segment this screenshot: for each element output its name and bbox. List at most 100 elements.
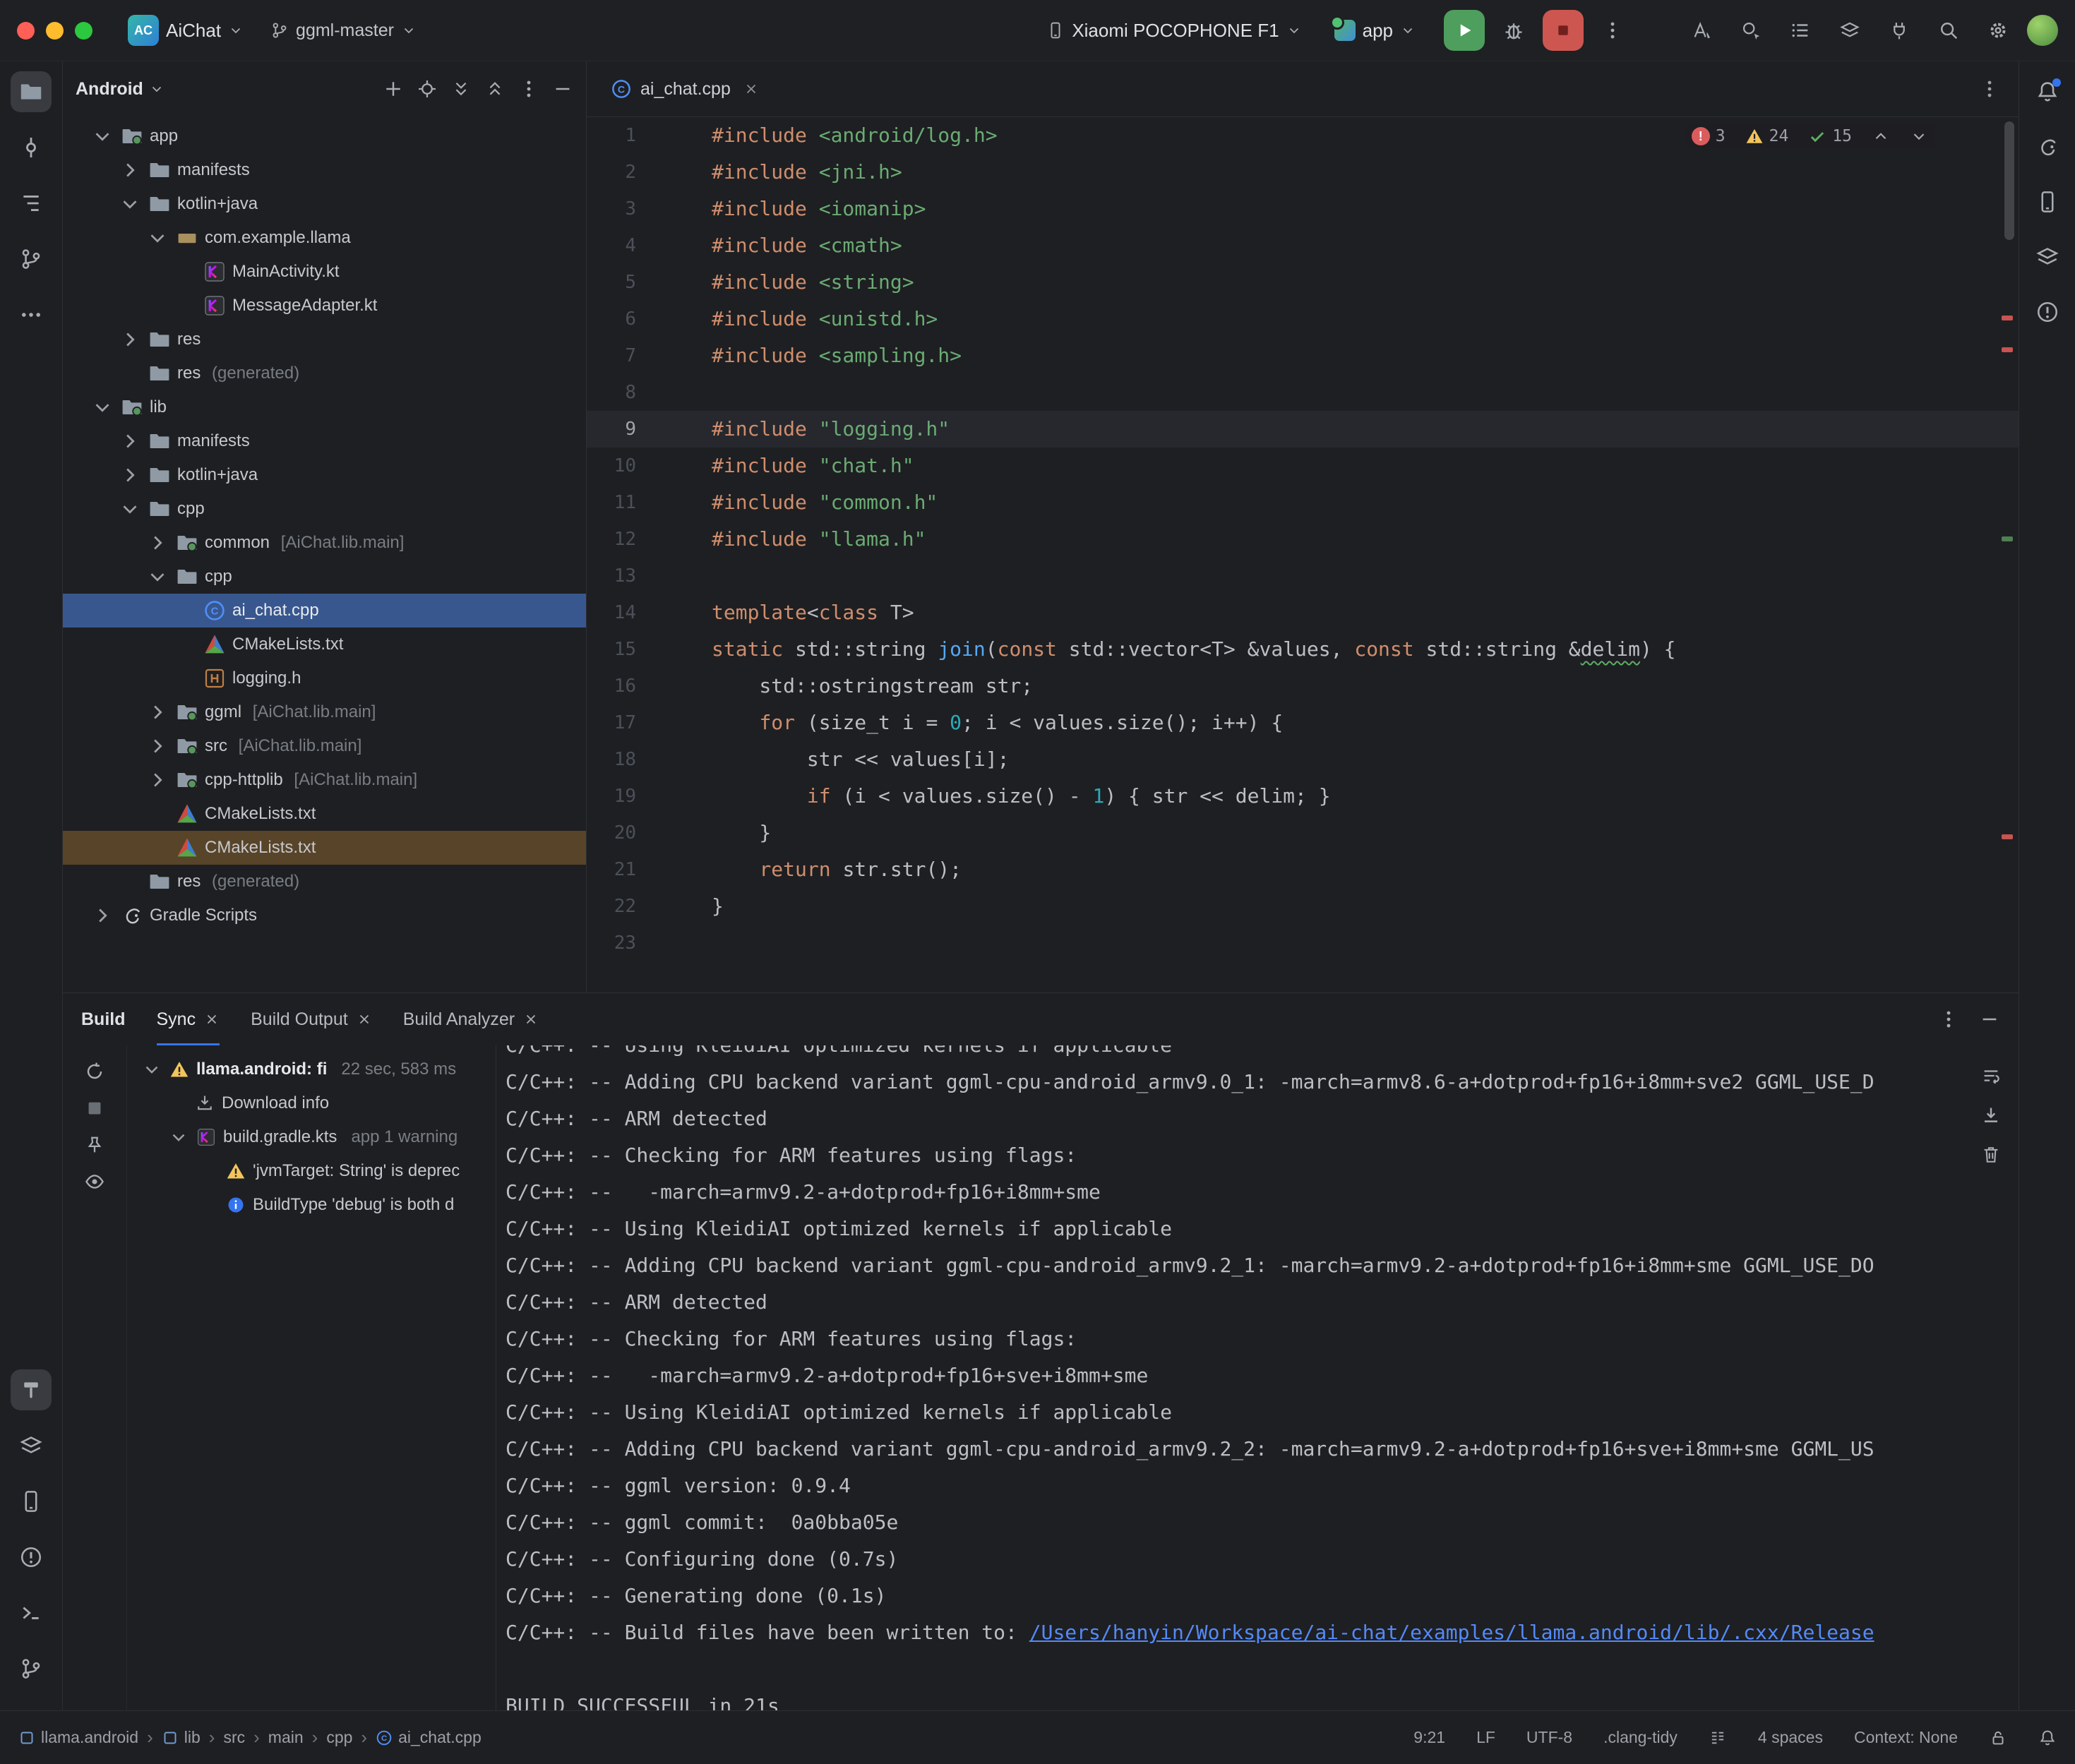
code-line-12[interactable]: 12#include "llama.h" bbox=[587, 521, 2019, 558]
build-output-link[interactable]: /Users/hanyin/Workspace/ai-chat/examples… bbox=[1029, 1621, 1874, 1644]
file-encoding[interactable]: UTF-8 bbox=[1526, 1728, 1572, 1747]
version-control-tool-button[interactable] bbox=[11, 1648, 52, 1689]
previous-issue-icon[interactable] bbox=[1872, 127, 1890, 145]
structure-tool-button[interactable] bbox=[11, 183, 52, 224]
tree-item-com-example-llama[interactable]: com.example.llama bbox=[63, 221, 586, 255]
code-line-4[interactable]: 4#include <cmath> bbox=[587, 227, 2019, 264]
code-line-9[interactable]: 9#include "logging.h" bbox=[587, 411, 2019, 448]
tree-item-res[interactable]: res (generated) bbox=[63, 865, 586, 899]
project-tool-button[interactable] bbox=[11, 71, 52, 112]
code-line-15[interactable]: 15static std::string join(const std::vec… bbox=[587, 631, 2019, 668]
passed-count-chip[interactable]: 15 bbox=[1808, 127, 1852, 145]
code-line-18[interactable]: 18 str << values[i]; bbox=[587, 741, 2019, 778]
build-tree-item-buildtype-debug-is-both-d[interactable]: BuildType 'debug' is both d bbox=[127, 1188, 496, 1222]
chevron-right-icon[interactable] bbox=[145, 702, 169, 723]
lock-icon[interactable] bbox=[1989, 1729, 2007, 1747]
chevron-right-icon[interactable] bbox=[118, 431, 142, 452]
tree-item-kotlin-java[interactable]: kotlin+java bbox=[63, 458, 586, 492]
stop-button[interactable] bbox=[1543, 10, 1584, 51]
change-stripe-mark[interactable] bbox=[2002, 536, 2013, 541]
line-number[interactable]: 14 bbox=[587, 594, 636, 631]
collapse-all-icon[interactable] bbox=[484, 78, 506, 100]
warning-count-chip[interactable]: 24 bbox=[1745, 127, 1789, 145]
chevron-down-icon[interactable] bbox=[141, 1059, 162, 1080]
hide-panel-icon[interactable] bbox=[1979, 1009, 2000, 1030]
minimize-window-button[interactable] bbox=[46, 22, 64, 40]
clang-tidy-status[interactable]: .clang-tidy bbox=[1603, 1728, 1678, 1747]
expand-all-icon[interactable] bbox=[450, 78, 472, 100]
line-number[interactable]: 6 bbox=[587, 301, 636, 337]
line-number[interactable]: 10 bbox=[587, 448, 636, 484]
tree-item-ai-chat-cpp[interactable]: Cai_chat.cpp bbox=[63, 594, 586, 628]
pull-requests-tool-button[interactable] bbox=[11, 239, 52, 280]
build-tree-item-jvmtarget-string-is-deprec[interactable]: 'jvmTarget: String' is deprec bbox=[127, 1154, 496, 1188]
tree-item-cmakelists-txt[interactable]: CMakeLists.txt bbox=[63, 628, 586, 661]
close-icon[interactable] bbox=[743, 81, 759, 97]
editor-tab-ai-chat-cpp[interactable]: C ai_chat.cpp bbox=[605, 61, 765, 116]
code-line-10[interactable]: 10#include "chat.h" bbox=[587, 448, 2019, 484]
build-panel-title[interactable]: Build bbox=[81, 1009, 126, 1030]
project-view-selector[interactable]: Android bbox=[76, 79, 143, 100]
code-line-7[interactable]: 7#include <sampling.h> bbox=[587, 337, 2019, 374]
line-number[interactable]: 4 bbox=[587, 227, 636, 264]
tree-item-res[interactable]: res (generated) bbox=[63, 356, 586, 390]
user-avatar[interactable] bbox=[2027, 15, 2058, 46]
scroll-to-end-icon[interactable] bbox=[1980, 1105, 2002, 1126]
error-stripe-mark[interactable] bbox=[2002, 347, 2013, 352]
add-icon[interactable] bbox=[383, 78, 404, 100]
layers-tool-window-button[interactable] bbox=[11, 1425, 52, 1466]
problems-tool-button[interactable] bbox=[11, 1537, 52, 1578]
code-line-6[interactable]: 6#include <unistd.h> bbox=[587, 301, 2019, 337]
kebab-menu-icon[interactable] bbox=[1938, 1009, 1959, 1030]
code-style-icon[interactable] bbox=[1709, 1729, 1727, 1747]
tab-sync[interactable]: Sync bbox=[157, 993, 220, 1045]
error-stripe-mark[interactable] bbox=[2002, 834, 2013, 839]
breadcrumb-cpp[interactable]: cpp bbox=[326, 1728, 352, 1747]
text-tool-button[interactable] bbox=[1681, 10, 1722, 51]
run-configuration-selector[interactable]: app bbox=[1327, 9, 1423, 52]
tree-item-cpp-httplib[interactable]: cpp-httplib [AiChat.lib.main] bbox=[63, 763, 586, 797]
code-line-13[interactable]: 13 bbox=[587, 558, 2019, 594]
line-number[interactable]: 15 bbox=[587, 631, 636, 668]
chevron-right-icon[interactable] bbox=[145, 769, 169, 791]
line-number[interactable]: 23 bbox=[587, 925, 636, 961]
build-tool-button[interactable] bbox=[11, 1369, 52, 1410]
line-number[interactable]: 13 bbox=[587, 558, 636, 594]
chevron-down-icon[interactable] bbox=[90, 126, 114, 147]
running-devices-button[interactable] bbox=[2028, 238, 2067, 276]
code-line-16[interactable]: 16 std::ostringstream str; bbox=[587, 668, 2019, 704]
indent-setting[interactable]: 4 spaces bbox=[1758, 1728, 1823, 1747]
notifications-button[interactable] bbox=[2028, 73, 2067, 111]
task-list-button[interactable] bbox=[1780, 10, 1821, 51]
more-tools-button[interactable] bbox=[11, 294, 52, 335]
layers-tool-button[interactable] bbox=[1829, 10, 1870, 51]
code-line-19[interactable]: 19 if (i < values.size() - 1) { str << d… bbox=[587, 778, 2019, 815]
line-number[interactable]: 3 bbox=[587, 191, 636, 227]
close-icon[interactable] bbox=[357, 1012, 372, 1027]
build-tree-item-llama-android-fi[interactable]: llama.android: fi22 sec, 583 ms bbox=[127, 1052, 496, 1086]
line-number[interactable]: 16 bbox=[587, 668, 636, 704]
tree-item-mainactivity-kt[interactable]: MainActivity.kt bbox=[63, 255, 586, 289]
line-number[interactable]: 22 bbox=[587, 888, 636, 925]
chevron-down-icon[interactable] bbox=[90, 397, 114, 418]
chevron-right-icon[interactable] bbox=[118, 160, 142, 181]
line-number[interactable]: 20 bbox=[587, 815, 636, 851]
device-selector[interactable]: Xiaomi POCOPHONE F1 bbox=[1039, 9, 1308, 52]
tree-item-cmakelists-txt[interactable]: CMakeLists.txt bbox=[63, 831, 586, 865]
close-icon[interactable] bbox=[204, 1012, 220, 1027]
tree-item-ggml[interactable]: ggml [AiChat.lib.main] bbox=[63, 695, 586, 729]
line-number[interactable]: 1 bbox=[587, 117, 636, 154]
breadcrumb-src[interactable]: src bbox=[223, 1728, 245, 1747]
plugin-tool-button[interactable] bbox=[1879, 10, 1920, 51]
select-opened-file-icon[interactable] bbox=[417, 78, 438, 100]
close-window-button[interactable] bbox=[17, 22, 35, 40]
tree-item-cpp[interactable]: cpp bbox=[63, 560, 586, 594]
tree-item-messageadapter-kt[interactable]: MessageAdapter.kt bbox=[63, 289, 586, 323]
find-usages-button[interactable] bbox=[1730, 10, 1771, 51]
code-line-8[interactable]: 8 bbox=[587, 374, 2019, 411]
run-options-button[interactable] bbox=[1592, 10, 1633, 51]
line-separator[interactable]: LF bbox=[1476, 1728, 1495, 1747]
build-tree-item-build-gradle-kts[interactable]: build.gradle.ktsapp 1 warning bbox=[127, 1120, 496, 1154]
stop-icon[interactable] bbox=[84, 1098, 105, 1119]
chevron-down-icon[interactable] bbox=[168, 1127, 189, 1148]
